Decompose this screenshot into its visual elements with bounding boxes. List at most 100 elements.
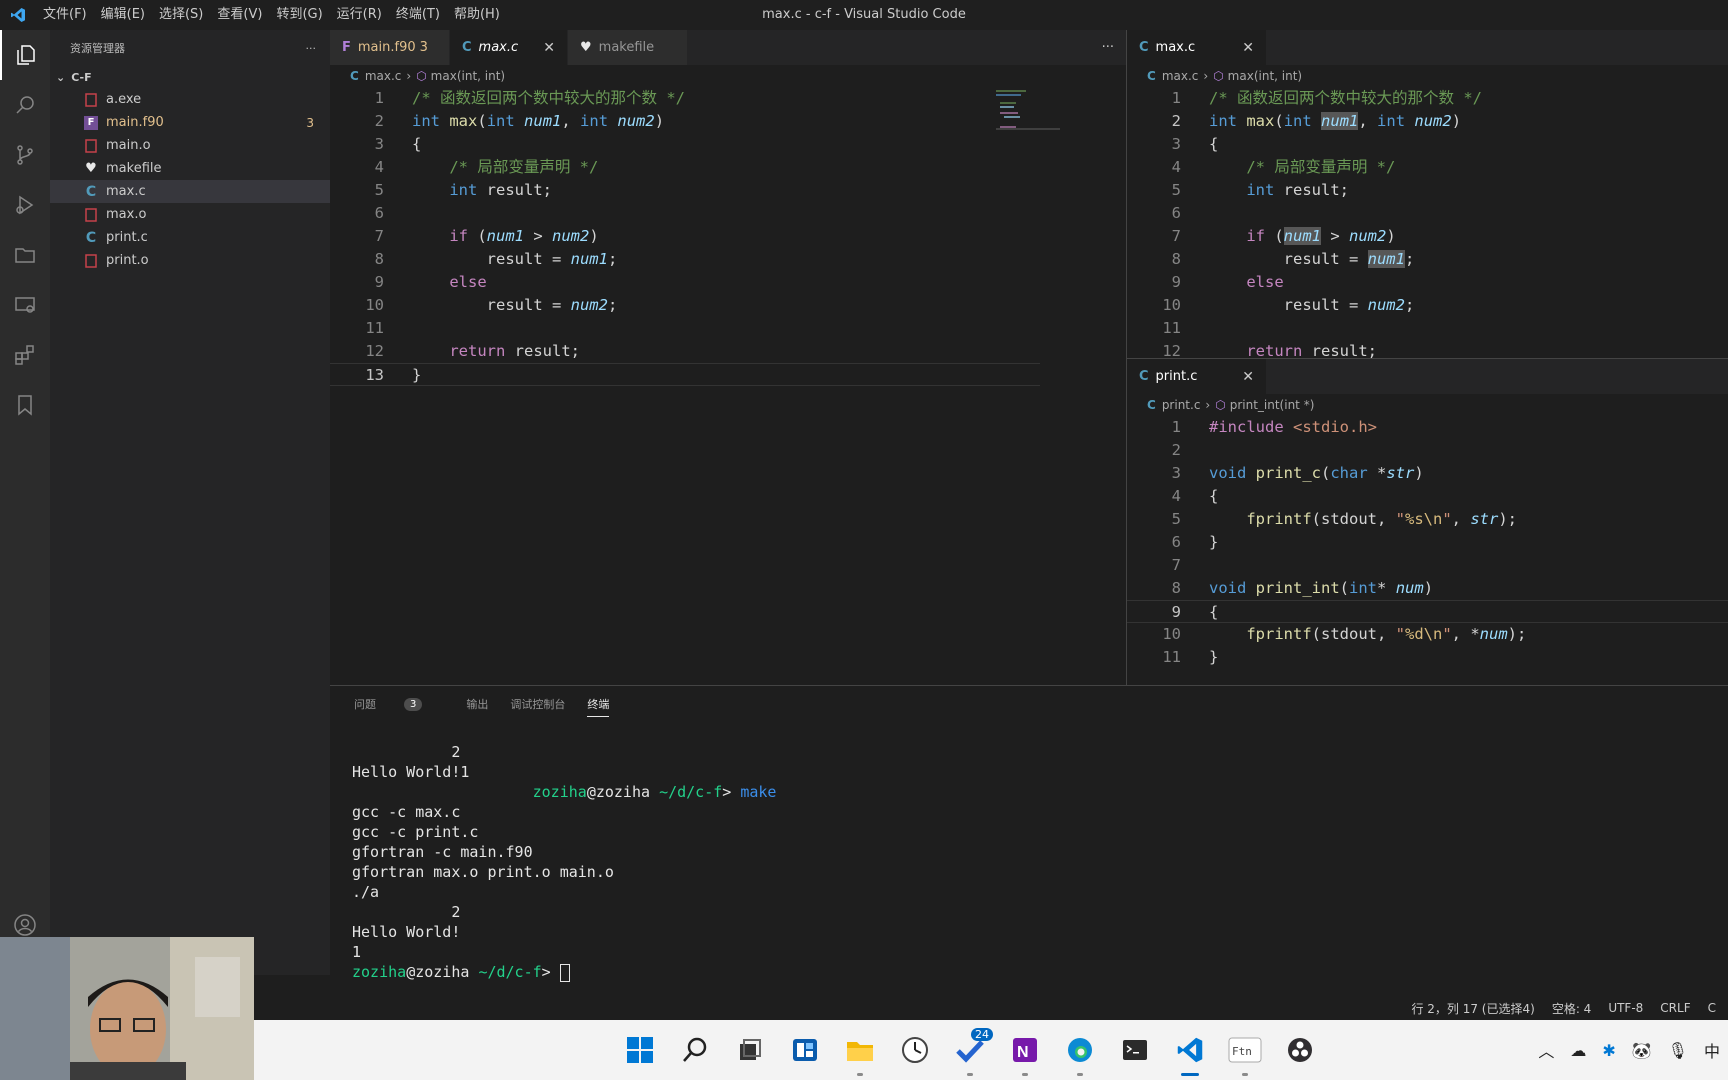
tab-label: makefile: [598, 40, 655, 55]
panda-icon[interactable]: 🐼: [1632, 1041, 1652, 1060]
source-control-icon[interactable]: [0, 130, 50, 180]
onenote-icon[interactable]: N: [997, 1020, 1052, 1080]
breadcrumb-symbol[interactable]: max(int, int): [1228, 69, 1302, 83]
file-main-o[interactable]: main.o: [50, 134, 330, 157]
tab-main-f90[interactable]: F main.f90 3: [330, 30, 450, 65]
menu-selection[interactable]: 选择(S): [152, 0, 210, 30]
windows-start-icon[interactable]: [612, 1020, 667, 1080]
obs-icon[interactable]: [1272, 1020, 1327, 1080]
tab-terminal[interactable]: 终端: [587, 696, 610, 717]
run-debug-icon[interactable]: [0, 180, 50, 230]
terminal[interactable]: 2 Hello World!1 zoziha@zoziha ~/d/c-f> m…: [330, 722, 1728, 982]
breadcrumb-symbol[interactable]: max(int, int): [431, 69, 505, 83]
close-icon[interactable]: ✕: [1232, 40, 1254, 56]
microphone-icon[interactable]: 🎙: [1668, 1041, 1688, 1060]
todo-app-icon[interactable]: 24: [942, 1020, 997, 1080]
system-tray: ︿ ☁ ✱ 🐼 🎙 中: [1530, 1020, 1728, 1080]
end-of-line[interactable]: CRLF: [1660, 1001, 1690, 1015]
onedrive-icon[interactable]: ☁: [1570, 1041, 1586, 1060]
code-editor-max-c[interactable]: 1/* 函数返回两个数中较大的那个数 */ 2 int max(int num1,…: [330, 87, 1126, 386]
close-icon[interactable]: ✕: [533, 40, 555, 56]
symbol-method-icon: ⬡: [1215, 398, 1226, 412]
file-label: print.c: [106, 230, 148, 245]
makefile-icon: ♥: [580, 40, 592, 55]
language-mode[interactable]: C: [1708, 1001, 1716, 1015]
tab-max-c[interactable]: C max.c ✕: [450, 30, 568, 65]
menu-go[interactable]: 转到(G): [269, 0, 329, 30]
binary-file-icon: [84, 138, 98, 153]
c-file-icon: C: [350, 69, 359, 83]
widgets-icon[interactable]: [777, 1020, 832, 1080]
clock-app-icon[interactable]: [887, 1020, 942, 1080]
search-icon[interactable]: [667, 1020, 722, 1080]
tab-print-c[interactable]: C print.c ✕: [1127, 359, 1267, 394]
menu-run[interactable]: 运行(R): [330, 0, 389, 30]
edge-icon[interactable]: [1052, 1020, 1107, 1080]
file-print-c[interactable]: C print.c: [50, 226, 330, 249]
breadcrumb-file[interactable]: max.c: [1162, 69, 1199, 83]
tab-debug-console[interactable]: 调试控制台: [510, 696, 565, 712]
tab-output[interactable]: 输出: [466, 696, 488, 712]
remote-explorer-icon[interactable]: [0, 280, 50, 330]
chevron-up-icon[interactable]: ︿: [1538, 1038, 1554, 1062]
running-indicator: [856, 1073, 863, 1076]
terminal-line: 2: [352, 743, 461, 761]
folder-icon[interactable]: [0, 230, 50, 280]
file-print-o[interactable]: print.o: [50, 249, 330, 272]
windows-taskbar: 24 N Ftn ︿ ☁ ✱ 🐼 🎙 中: [250, 1020, 1728, 1080]
file-main-f90[interactable]: F main.f90 3: [50, 111, 330, 134]
breadcrumb: C max.c › ⬡ max(int, int): [1127, 65, 1728, 87]
breadcrumb-file[interactable]: print.c: [1162, 398, 1201, 412]
encoding[interactable]: UTF-8: [1608, 1001, 1643, 1015]
problems-count-badge: 3: [404, 697, 423, 711]
file-label: print.o: [106, 253, 149, 268]
file-label: max.o: [106, 207, 147, 222]
c-file-icon: C: [85, 229, 97, 246]
file-max-c[interactable]: C max.c: [50, 180, 330, 203]
menu-help[interactable]: 帮助(H): [447, 0, 507, 30]
editor-tabs: C print.c ✕: [1127, 359, 1728, 394]
binary-file-icon: [84, 253, 98, 268]
file-makefile[interactable]: ♥ makefile: [50, 157, 330, 180]
terminal-cursor: [559, 963, 570, 982]
svg-text:N: N: [1017, 1044, 1029, 1061]
editor-group-3: C print.c ✕ C print.c › ⬡ print_int(int …: [1126, 358, 1728, 685]
file-explorer-icon[interactable]: [832, 1020, 887, 1080]
extensions-icon[interactable]: [0, 330, 50, 380]
folder-c-f[interactable]: ⌄ C-F: [50, 66, 330, 88]
file-a-exe[interactable]: a.exe: [50, 88, 330, 111]
code-editor-max-c-split[interactable]: 1/* 函数返回两个数中较大的那个数 */ 2 int max(int num1,…: [1127, 87, 1728, 358]
bookmark-icon[interactable]: [0, 380, 50, 430]
file-max-o[interactable]: max.o: [50, 203, 330, 226]
tab-max-c[interactable]: C max.c ✕: [1127, 30, 1267, 65]
task-view-icon[interactable]: [722, 1020, 777, 1080]
breadcrumb-symbol[interactable]: print_int(int *): [1230, 398, 1315, 412]
network-icon[interactable]: ✱: [1602, 1041, 1615, 1060]
search-icon[interactable]: [0, 80, 50, 130]
vscode-logo-icon: [0, 0, 36, 30]
fortran-app-icon[interactable]: Ftn: [1217, 1020, 1272, 1080]
indentation[interactable]: 空格: 4: [1552, 1000, 1592, 1017]
editor-group-2: C max.c ✕ C max.c › ⬡ max(int, int) 1/* …: [1126, 30, 1728, 358]
menu-file[interactable]: 文件(F): [36, 0, 94, 30]
close-icon[interactable]: ✕: [1232, 369, 1254, 385]
chevron-right-icon: ›: [406, 69, 412, 83]
breadcrumb-file[interactable]: max.c: [365, 69, 402, 83]
menu-view[interactable]: 查看(V): [210, 0, 269, 30]
breadcrumb: C print.c › ⬡ print_int(int *): [1127, 394, 1728, 416]
cursor-position[interactable]: 行 2，列 17 (已选择4): [1411, 1000, 1534, 1017]
tab-problems[interactable]: 问题 3: [354, 696, 444, 712]
tab-makefile[interactable]: ♥ makefile: [568, 30, 688, 65]
editor-more-button[interactable]: ···: [1102, 30, 1114, 65]
code-editor-print-c[interactable]: 1 #include <stdio.h> 2 3 void print_c(char…: [1127, 416, 1728, 684]
c-file-icon: C: [85, 183, 97, 200]
explorer-icon[interactable]: [0, 30, 50, 80]
tab-badge: 3: [419, 40, 428, 55]
terminal-icon[interactable]: [1107, 1020, 1162, 1080]
binary-file-icon: [84, 92, 98, 107]
explorer-more-button[interactable]: ···: [306, 42, 317, 55]
vscode-icon[interactable]: [1162, 1020, 1217, 1080]
menu-edit[interactable]: 编辑(E): [94, 0, 152, 30]
menu-terminal[interactable]: 终端(T): [389, 0, 447, 30]
ime-indicator[interactable]: 中: [1704, 1038, 1720, 1062]
